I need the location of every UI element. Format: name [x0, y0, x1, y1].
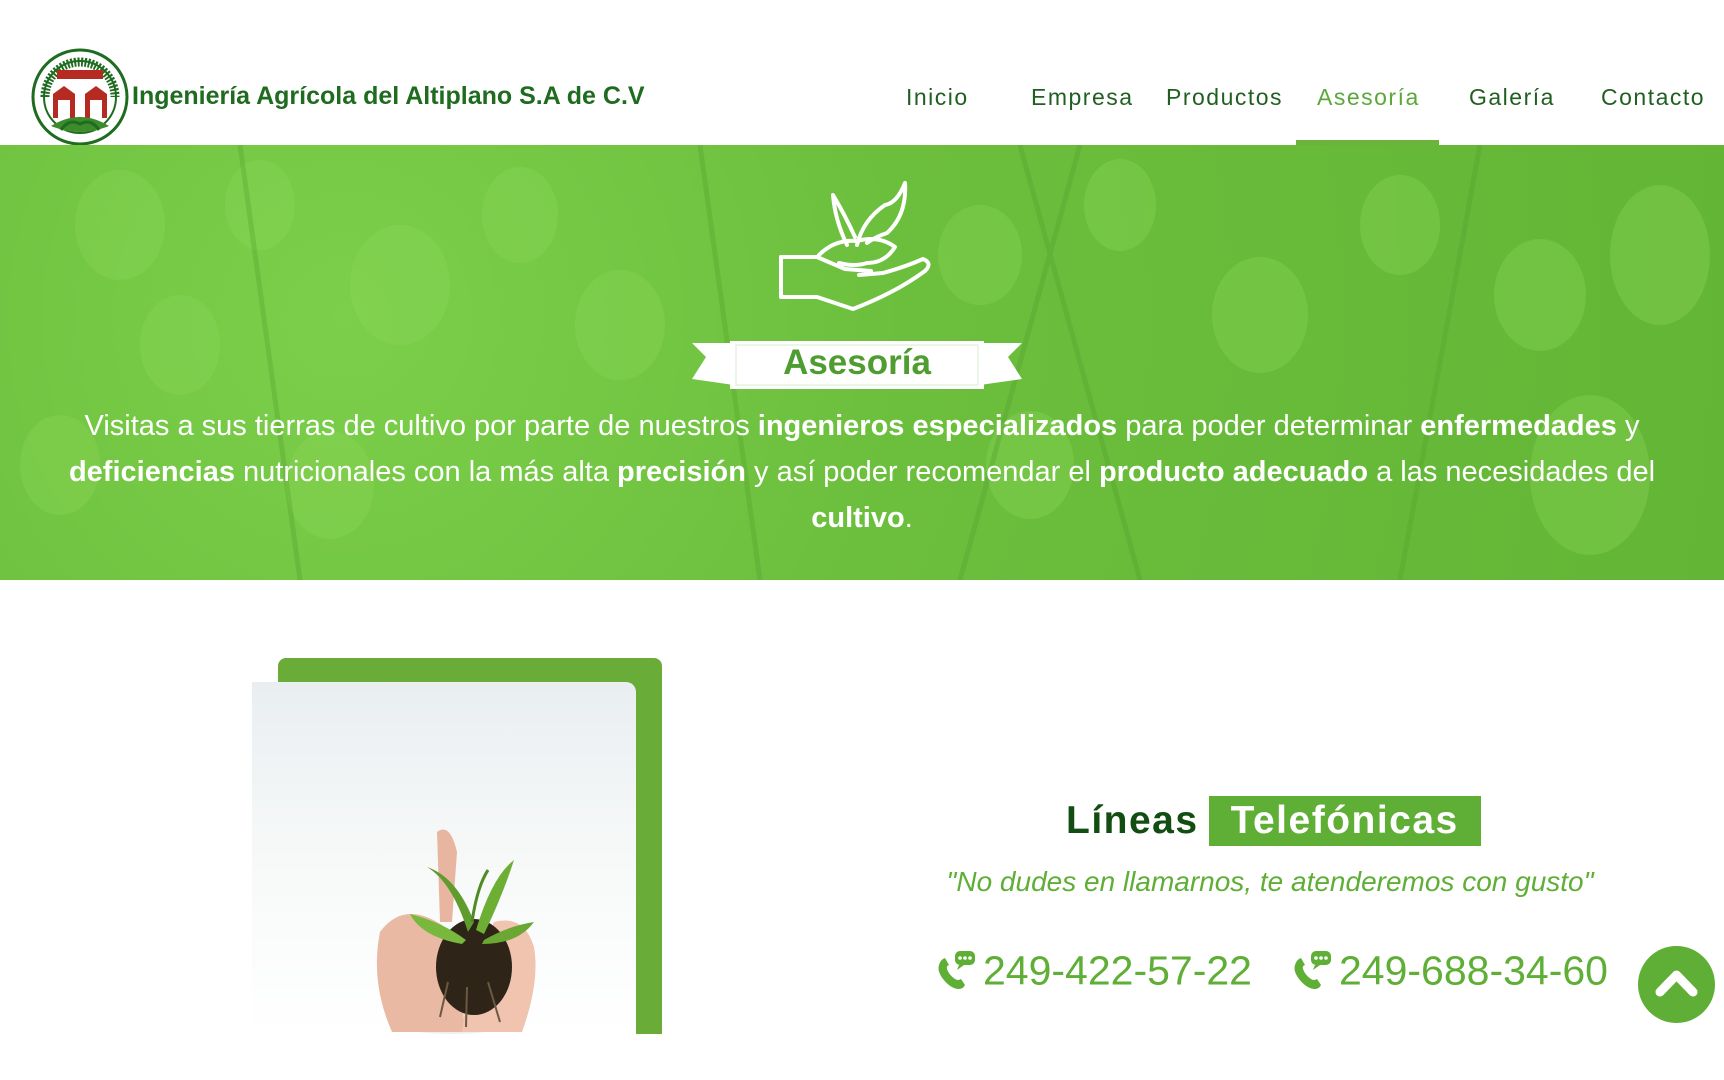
hero-text-emphasis: ingenieros especializados [757, 410, 1118, 442]
phone-chat-icon [1294, 951, 1331, 990]
hero-text-emphasis: deficiencias [68, 456, 235, 488]
phone-link-2[interactable]: 249-688-34-60 [1289, 945, 1608, 995]
phones-heading-highlight: Telefónicas [1208, 796, 1481, 846]
nav-asesoria[interactable]: Asesoría [1317, 84, 1420, 111]
hero-title: Asesoría [783, 343, 931, 382]
hero-text-run: y [1616, 410, 1640, 442]
phone-number-1[interactable]: 249-422-57-22 [983, 948, 1252, 994]
hero-text-emphasis: enfermedades [1420, 410, 1617, 442]
hero-text-run: para poder determinar [1117, 410, 1421, 442]
hands-holding-plant-image [252, 682, 636, 1034]
brand-name[interactable]: Ingeniería Agrícola del Altiplano S.A de… [132, 82, 645, 111]
phone-chat-icon [938, 951, 975, 990]
hero-text-emphasis: precisión [617, 456, 746, 488]
site-header: Ingeniería Agrícola del Altiplano S.A de… [0, 0, 1724, 146]
company-logo[interactable] [31, 48, 129, 146]
hero-text-run: Visitas a sus tierras de cultivo por par… [84, 410, 758, 442]
chevron-up-icon [1655, 970, 1698, 997]
phones-heading-plain: Líneas [1066, 799, 1199, 842]
nav-inicio[interactable]: Inicio [906, 84, 969, 111]
hero-text-run: y así poder recomendar el [745, 456, 1099, 488]
hero-text-run: a las necesidades del [1368, 456, 1656, 488]
hero-section: Asesoría Visitas a sus tierras de cultiv… [0, 145, 1724, 580]
hero-text-emphasis: cultivo [811, 502, 905, 534]
hero-text-run: nutricionales con la más alta [234, 456, 618, 488]
nav-contacto[interactable]: Contacto [1601, 84, 1705, 111]
nav-galeria[interactable]: Galería [1469, 84, 1555, 111]
nav-productos[interactable]: Productos [1166, 84, 1283, 111]
scroll-to-top-button[interactable] [1638, 946, 1715, 1023]
nav-empresa[interactable]: Empresa [1031, 84, 1134, 111]
phone-link-1[interactable]: 249-422-57-22 [933, 945, 1252, 995]
hero-text-emphasis: producto adecuado [1098, 456, 1369, 488]
phones-heading: Líneas Telefónicas [1066, 796, 1481, 846]
contact-tagline: "No dudes en llamarnos, te atenderemos c… [946, 866, 1594, 897]
hand-soil-sprout-icon [779, 181, 931, 311]
hero-description: Visitas a sus tierras de cultivo por par… [40, 403, 1684, 541]
hero-text-run: . [904, 502, 913, 534]
phone-number-2[interactable]: 249-688-34-60 [1339, 948, 1608, 994]
